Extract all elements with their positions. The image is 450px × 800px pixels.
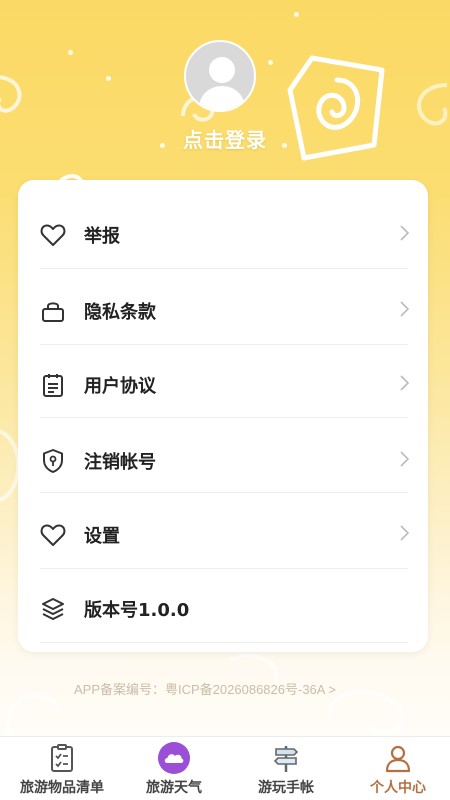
signpost-icon: [269, 741, 303, 775]
chevron-right-icon: [400, 451, 410, 467]
menu-item-settings[interactable]: 设置: [40, 498, 410, 572]
decorative-dot: [294, 12, 299, 17]
layers-icon: [40, 596, 66, 622]
menu-item-label: 用户协议: [84, 376, 156, 397]
tab-travel-journal[interactable]: 游玩手帐: [230, 737, 342, 800]
checklist-icon: [45, 741, 79, 775]
divider: [40, 344, 408, 345]
bottom-tab-bar: 旅游物品清单 旅游天气 游玩手帐 个人中心: [0, 736, 450, 800]
tab-label: 旅游物品清单: [20, 780, 104, 796]
user-placeholder-icon: [198, 57, 246, 110]
menu-item-label: 举报: [84, 226, 120, 247]
version-label: 版本号1.0.0: [84, 600, 190, 621]
decorative-dot: [106, 76, 111, 81]
menu-item-label: 隐私条款: [84, 302, 156, 323]
chevron-right-icon: [400, 301, 410, 317]
tab-weather[interactable]: 旅游天气: [118, 737, 230, 800]
tab-label: 旅游天气: [146, 780, 202, 796]
chevron-right-icon: [400, 525, 410, 541]
menu-item-label: 设置: [84, 526, 120, 547]
lock-icon: [40, 298, 66, 324]
divider: [40, 268, 408, 269]
menu-card: 举报 隐私条款 用户协议 注销帐号 设置 版本号1.0.0: [18, 180, 428, 652]
divider: [40, 642, 408, 643]
divider: [40, 568, 408, 569]
decorative-swirl-icon: [417, 83, 448, 126]
cloud-icon: [157, 741, 191, 775]
decorative-dot: [68, 50, 73, 55]
menu-item-label: 注销帐号: [84, 452, 156, 473]
menu-item-report[interactable]: 举报: [40, 198, 410, 272]
tab-label: 个人中心: [370, 780, 426, 796]
tab-packing-list[interactable]: 旅游物品清单: [6, 737, 118, 800]
menu-item-user-agreement[interactable]: 用户协议: [40, 348, 410, 422]
tab-label: 游玩手帐: [258, 780, 314, 796]
menu-item-version: 版本号1.0.0: [40, 572, 410, 646]
chevron-right-icon: [400, 375, 410, 391]
shield-icon: [40, 448, 66, 474]
divider: [40, 492, 408, 493]
divider: [40, 417, 408, 418]
avatar[interactable]: [184, 40, 256, 112]
heart-icon: [40, 222, 66, 248]
decorative-swirl-icon: [0, 75, 22, 113]
clipboard-icon: [40, 372, 66, 398]
icp-filing-link[interactable]: APP备案编号：粤ICP备2026086826号-36A >: [74, 679, 336, 698]
login-link[interactable]: 点击登录: [0, 124, 450, 153]
heart-icon: [40, 522, 66, 548]
profile-screen: 点击登录 举报 隐私条款 用户协议 注销帐号 设置 版本号1.0.0 APP备案…: [0, 0, 450, 736]
decorative-dot: [268, 60, 273, 65]
menu-item-privacy[interactable]: 隐私条款: [40, 274, 410, 348]
menu-item-delete-account[interactable]: 注销帐号: [40, 424, 410, 498]
person-icon: [381, 741, 415, 775]
tab-profile[interactable]: 个人中心: [342, 737, 450, 800]
chevron-right-icon: [400, 225, 410, 241]
